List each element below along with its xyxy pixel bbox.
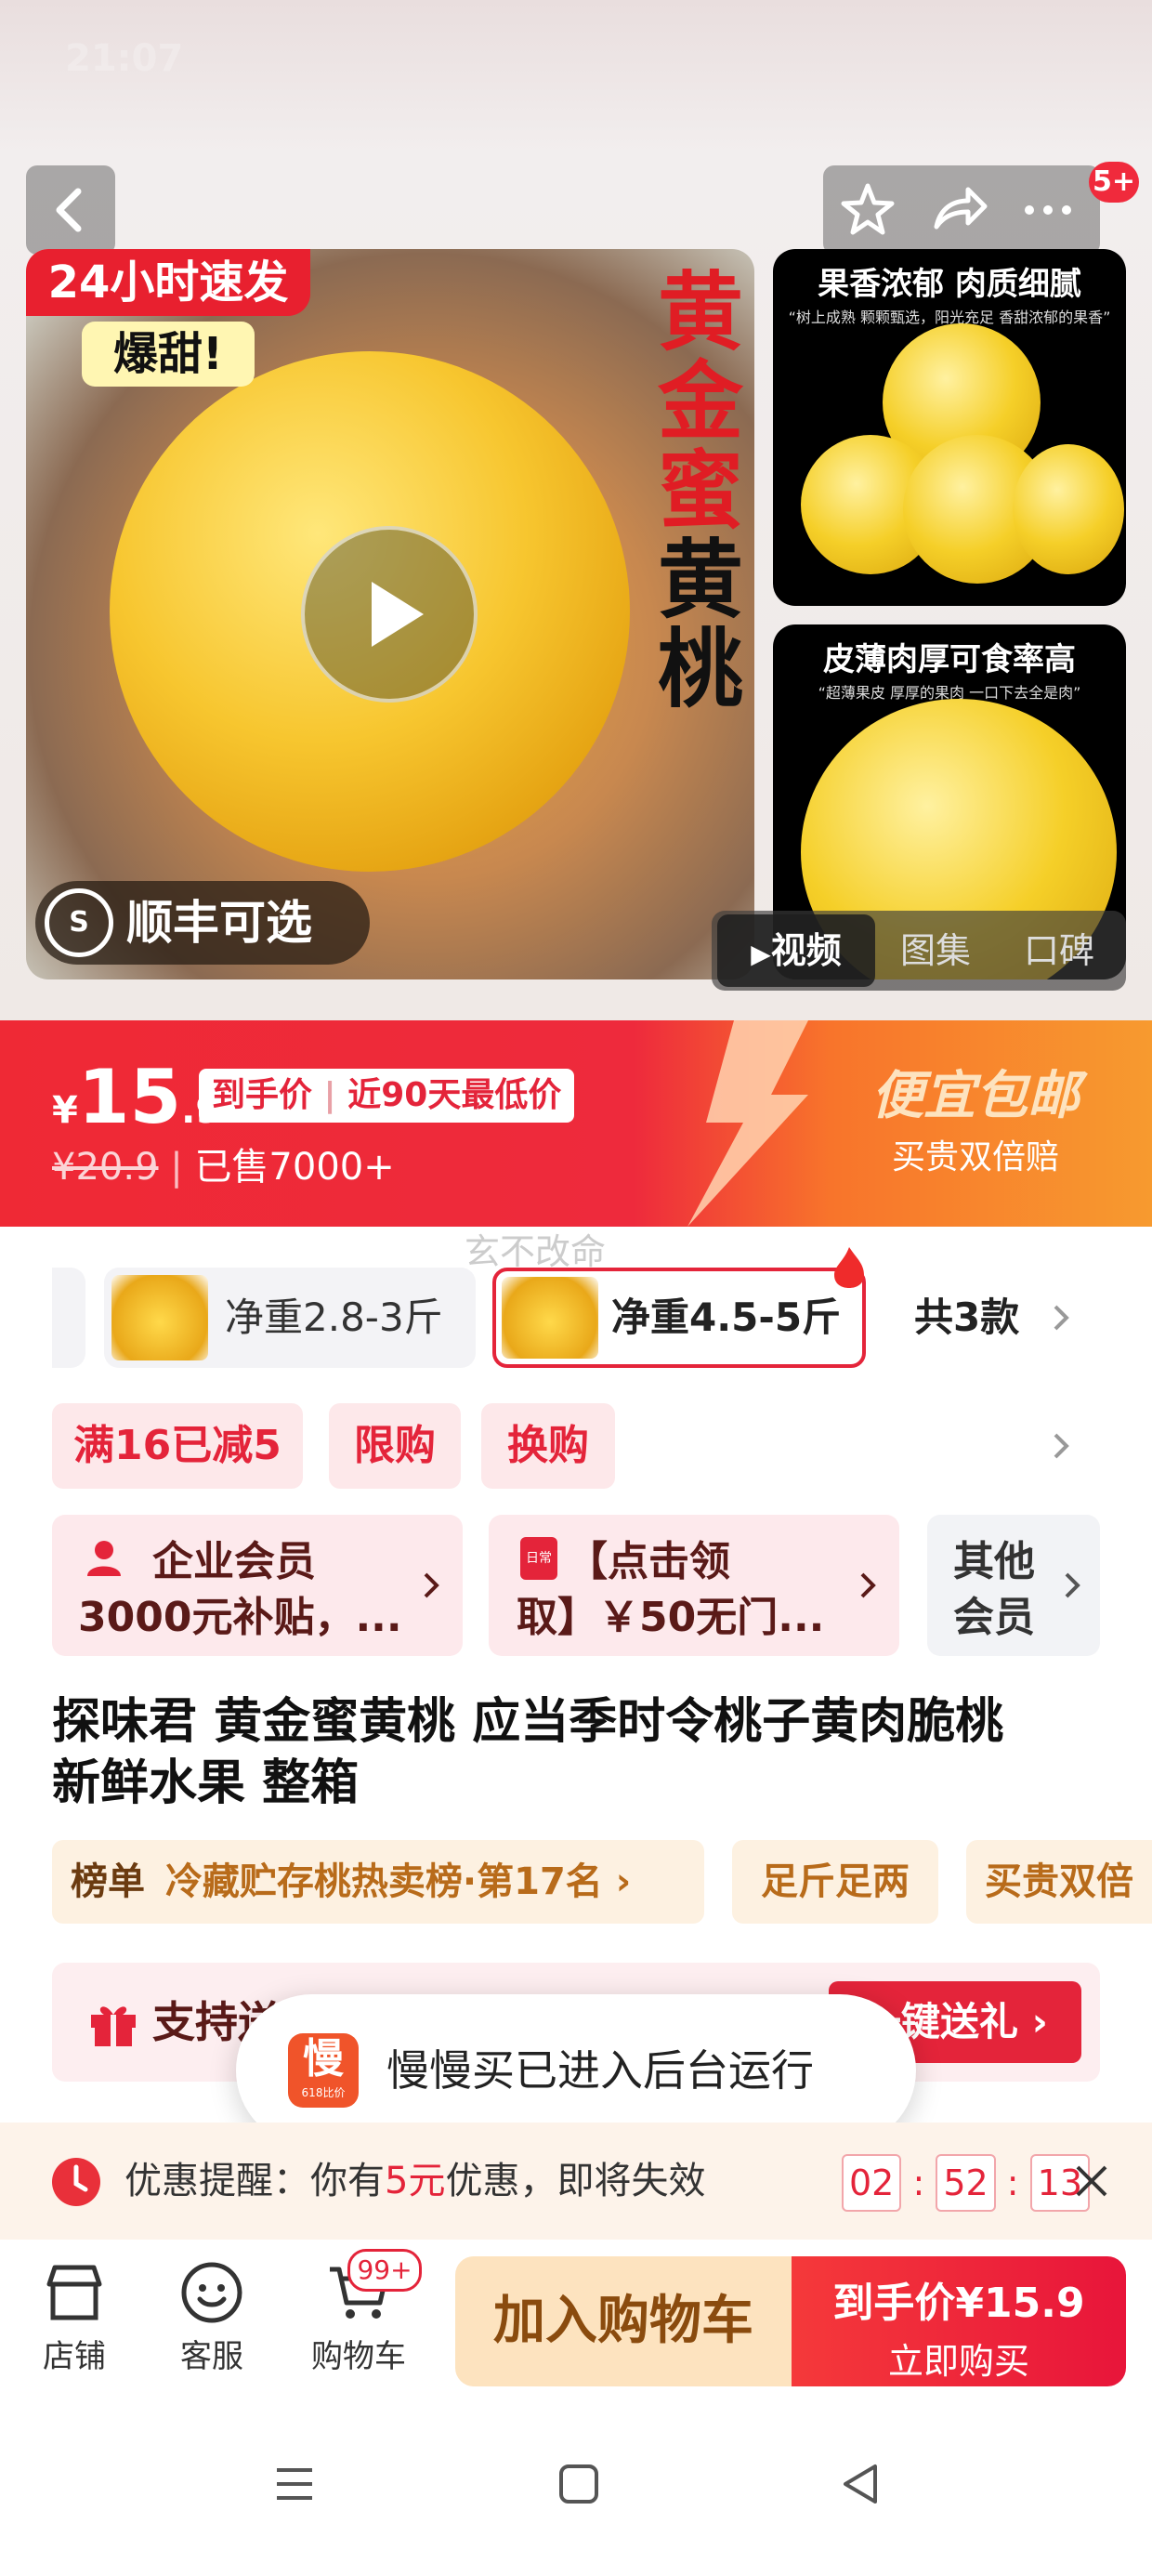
sku-total[interactable]: 共3款: [914, 1268, 1019, 1368]
tab-gallery[interactable]: 图集: [875, 914, 996, 987]
price-banner: ¥15.9 到手价 | 近90天最低价 ¥20.9 | 已售7000+ 便宜包邮…: [0, 1020, 1152, 1227]
banner-sweet: 爆甜!: [82, 322, 255, 387]
reminder-text: 优惠提醒：你有5元优惠，即将失效: [124, 2160, 706, 2202]
sf-badge-text: 顺丰可选: [126, 896, 312, 950]
star-icon[interactable]: [836, 178, 899, 242]
promo-tag-discount[interactable]: 满16已减5: [52, 1403, 303, 1489]
more-icon[interactable]: [1016, 178, 1080, 242]
shop-icon: [46, 2265, 102, 2320]
gift-icon: [91, 2006, 136, 2046]
promo-subtitle: 买贵双倍赔: [891, 1138, 1059, 1176]
buy-now-button[interactable]: 到手价¥15.9 立即购买: [792, 2256, 1126, 2386]
countdown: 02 : 52 : 13: [842, 2154, 1091, 2212]
service-button[interactable]: 客服: [165, 2258, 258, 2388]
pill-double-refund[interactable]: 买贵双倍: [966, 1840, 1152, 1924]
media-tabs: ▶视频 图集 口碑: [712, 911, 1126, 991]
pill-full-weight[interactable]: 足斤足两: [732, 1840, 938, 1924]
discount-reminder: 优惠提醒：你有5元优惠，即将失效 02 : 52 : 13: [0, 2123, 1152, 2240]
promo-tag-limit[interactable]: 限购: [329, 1403, 461, 1489]
tab-reviews[interactable]: 口碑: [996, 914, 1122, 987]
app-logo-icon: 慢 618比价: [288, 2033, 359, 2108]
chevron-right-icon: ›: [615, 1860, 632, 1903]
watermark: 玄不改命: [465, 1231, 607, 1272]
promo-tag-exchange[interactable]: 换购: [481, 1403, 615, 1489]
lightning-icon: [687, 1020, 808, 1227]
shop-button[interactable]: 店铺: [28, 2258, 121, 2388]
product-title: 探味君 黄金蜜黄桃 应当季时令桃子黄肉脆桃 新鲜水果 整箱: [52, 1694, 1004, 1811]
status-bar: 21:07: [65, 37, 1087, 93]
clock-icon: [52, 2158, 100, 2206]
system-nav-bar: [0, 2407, 1152, 2576]
sf-logo-icon: S: [45, 888, 113, 957]
benefit-card-other[interactable]: 其他 会员: [927, 1515, 1100, 1656]
notification-badge: 5+: [1089, 162, 1139, 203]
add-to-cart-button[interactable]: 加入购物车: [455, 2256, 792, 2386]
back-button[interactable]: [26, 165, 115, 255]
sold-count: 已售7000+: [194, 1146, 395, 1189]
coupon-icon: 日常: [520, 1537, 557, 1580]
vertical-title: 黄 金 蜜 黄 桃: [657, 262, 743, 719]
chevron-right-icon: [1065, 1572, 1080, 1598]
play-button[interactable]: [301, 526, 478, 703]
banner-fast-ship: 24小时速发: [26, 249, 310, 316]
play-icon: [372, 582, 424, 647]
user-icon: [87, 1541, 121, 1576]
share-icon[interactable]: [927, 178, 990, 242]
tab-video[interactable]: ▶视频: [717, 914, 875, 987]
chevron-right-icon: [424, 1572, 439, 1598]
chevron-right-icon[interactable]: [1042, 1299, 1080, 1336]
back-triangle-icon[interactable]: [836, 2459, 886, 2509]
bottom-action-bar: 店铺 客服 购物车 99+ 加入购物车 到手价¥15.9 立即购买: [0, 2240, 1152, 2407]
close-icon[interactable]: [1072, 2162, 1111, 2201]
rank-pill[interactable]: 榜单 冷藏贮存桃热卖榜·第17名 ›: [52, 1840, 704, 1924]
menu-icon[interactable]: [269, 2459, 320, 2509]
chevron-left-icon: [56, 188, 82, 232]
side-image-1[interactable]: 果香浓郁 肉质细腻 “树上成熟 颗颗甄选，阳光充足 香甜浓郁的果香”: [773, 249, 1126, 606]
current-price: ¥15.9: [52, 1054, 221, 1140]
price-tag: 到手价 | 近90天最低价: [199, 1069, 575, 1123]
price-secondary: ¥20.9 | 已售7000+: [52, 1146, 395, 1189]
chevron-right-icon: [860, 1572, 876, 1598]
sku-option-1[interactable]: 净重2.8-3斤: [104, 1268, 476, 1368]
sf-badge: S 顺丰可选: [35, 881, 370, 965]
benefit-card-coupon[interactable]: 日常 【点击领 取】￥50无门...: [489, 1515, 899, 1656]
chevron-right-icon[interactable]: [1042, 1427, 1080, 1465]
cart-badge: 99+: [347, 2249, 422, 2292]
sku-thumb: [111, 1275, 208, 1360]
status-time: 21:07: [65, 37, 184, 80]
sku-chip-partial[interactable]: [52, 1268, 85, 1368]
hot-flame-icon: [834, 1247, 864, 1288]
original-price: ¥20.9: [52, 1146, 159, 1189]
chat-face-icon: [181, 2262, 242, 2323]
promo-title: 便宜包邮: [871, 1066, 1080, 1126]
top-actions: [823, 165, 1100, 255]
sku-option-2-selected[interactable]: 净重4.5-5斤: [492, 1268, 866, 1368]
home-icon[interactable]: [554, 2459, 604, 2509]
sku-thumb: [502, 1277, 598, 1359]
main-product-image[interactable]: 24小时速发 爆甜! 黄 金 蜜 黄 桃 S 顺丰可选: [26, 249, 754, 979]
benefit-card-enterprise[interactable]: 企业会员 3000元补贴，...: [52, 1515, 463, 1656]
product-gallery: 21:07 5+ 24小时速发 爆甜! 黄 金 蜜 黄 桃 S 顺丰可选 果香浓…: [0, 0, 1152, 1022]
